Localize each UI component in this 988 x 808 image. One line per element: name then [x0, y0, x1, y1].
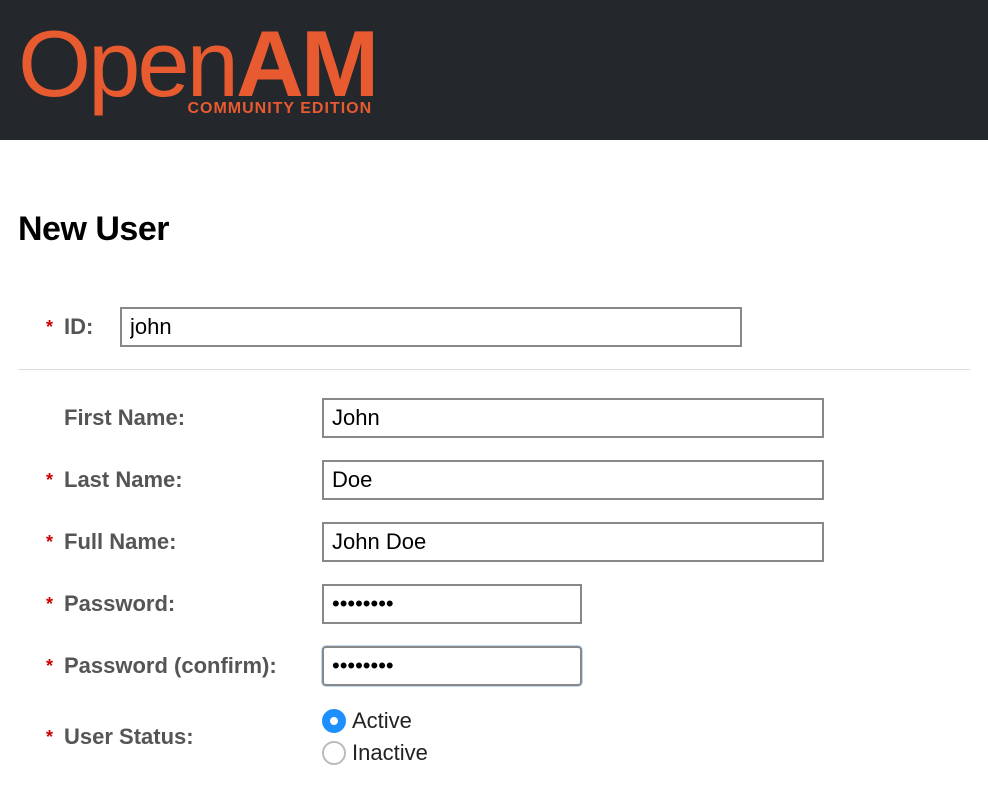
radio-inactive[interactable]: [322, 741, 346, 765]
page-title: New User: [18, 210, 970, 249]
radio-active-label: Active: [352, 708, 412, 734]
radio-active[interactable]: [322, 709, 346, 733]
password-input[interactable]: [322, 584, 582, 624]
radio-item-active: Active: [322, 708, 428, 734]
required-icon: *: [46, 470, 60, 491]
field-row-first-name: First Name:: [18, 398, 970, 438]
logo-prefix: Open: [18, 22, 236, 107]
last-name-label: Last Name:: [64, 467, 322, 493]
full-name-input[interactable]: [322, 522, 824, 562]
password-confirm-label: Password (confirm):: [64, 653, 322, 679]
app-header: OpenAM COMMUNITY EDITION: [0, 0, 988, 140]
radio-item-inactive: Inactive: [322, 740, 428, 766]
logo: OpenAM COMMUNITY EDITION: [18, 22, 376, 119]
logo-suffix: AM: [236, 22, 376, 107]
main-content: New User * ID: First Name: * Last Name: …: [0, 140, 988, 808]
required-icon: *: [46, 532, 60, 553]
id-label: ID:: [64, 314, 120, 340]
full-name-label: Full Name:: [64, 529, 322, 555]
radio-inactive-label: Inactive: [352, 740, 428, 766]
required-icon: *: [46, 317, 60, 338]
required-icon: *: [46, 656, 60, 677]
logo-subtitle: COMMUNITY EDITION: [187, 100, 372, 118]
password-label: Password:: [64, 591, 322, 617]
field-row-id: * ID:: [18, 307, 970, 347]
field-row-user-status: * User Status: Active Inactive: [18, 708, 970, 766]
field-row-last-name: * Last Name:: [18, 460, 970, 500]
required-icon: *: [46, 727, 60, 748]
divider: [18, 369, 970, 370]
last-name-input[interactable]: [322, 460, 824, 500]
required-icon: *: [46, 594, 60, 615]
password-confirm-input[interactable]: [322, 646, 582, 686]
user-status-radio-group: Active Inactive: [322, 708, 428, 766]
user-status-label: User Status:: [64, 724, 322, 750]
field-row-password: * Password:: [18, 584, 970, 624]
field-row-password-confirm: * Password (confirm):: [18, 646, 970, 686]
first-name-input[interactable]: [322, 398, 824, 438]
first-name-label: First Name:: [64, 405, 322, 431]
field-row-full-name: * Full Name:: [18, 522, 970, 562]
id-input[interactable]: [120, 307, 742, 347]
